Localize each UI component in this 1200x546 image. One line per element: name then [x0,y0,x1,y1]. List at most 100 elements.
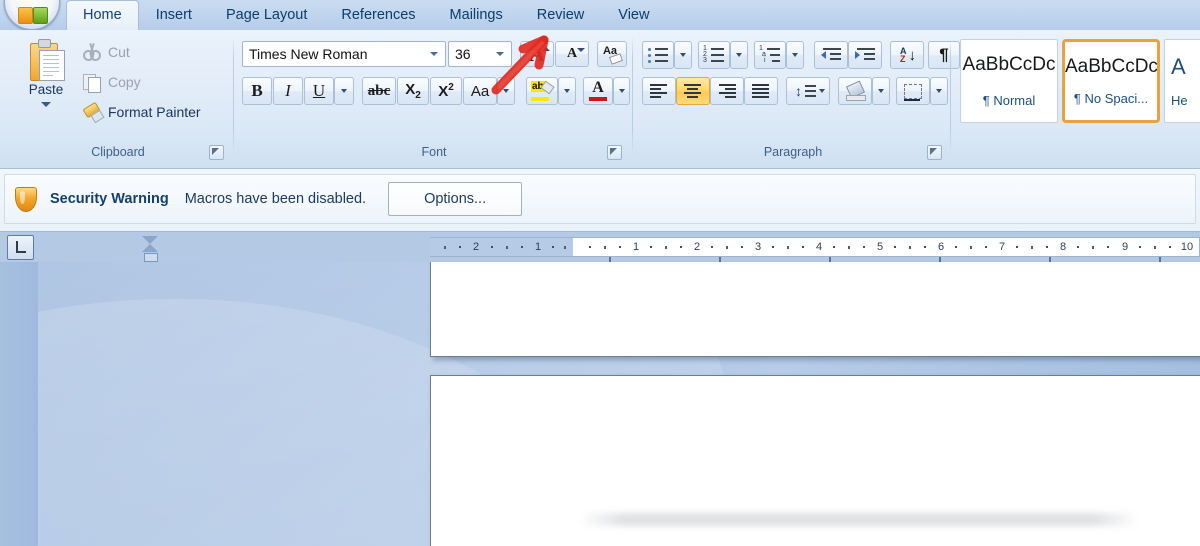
ruler-mark: 10 [1180,241,1194,253]
document-text-line [579,513,1139,526]
multilevel-list-button[interactable]: 1 a i [754,41,786,69]
shrink-font-button[interactable]: A [555,41,589,67]
increase-indent-button[interactable] [848,41,882,69]
style-normal[interactable]: AaBbCcDc ¶ Normal [960,39,1058,123]
tab-insert[interactable]: Insert [139,0,209,30]
align-right-button[interactable] [710,77,744,105]
workspace-left-strip [0,262,38,546]
paragraph-group-label: Paragraph [763,145,823,159]
tab-home[interactable]: Home [66,0,139,31]
indent-markers[interactable] [142,233,158,263]
align-left-button[interactable] [642,77,676,105]
style-heading-1[interactable]: A He [1164,39,1200,123]
strikethrough-button[interactable]: abc [362,77,396,105]
style-no-spacing[interactable]: AaBbCcDc ¶ No Spaci... [1062,39,1160,123]
word-application-window: Home Insert Page Layout References Maili… [0,0,1200,546]
italic-button[interactable]: I [273,77,303,105]
numbering-dropdown[interactable] [730,41,748,69]
cut-button[interactable]: Cut [82,39,130,65]
tab-references[interactable]: References [324,0,432,30]
chevron-down-icon[interactable] [430,52,438,56]
shading-button[interactable] [838,77,872,105]
numbering-button[interactable]: 1 2 3 [698,41,730,69]
group-divider [632,36,633,154]
clear-formatting-button[interactable]: Aa [597,41,627,67]
bold-button[interactable]: B [242,77,272,105]
chevron-down-icon [341,89,347,93]
ruler-mark: 2 [693,241,701,253]
hanging-indent-marker[interactable] [142,244,158,252]
bullet-list-icon [647,46,669,64]
chevron-down-icon [680,53,686,57]
shading-dropdown[interactable] [872,77,890,105]
security-warning-bar: Security Warning Macros have been disabl… [0,169,1200,232]
document-workspace [0,262,1200,546]
font-color-button[interactable]: A [583,77,613,105]
borders-button[interactable] [896,77,930,105]
document-page-1[interactable] [430,262,1200,357]
chevron-down-icon [503,89,509,93]
line-spacing-button[interactable]: ↕ [786,77,830,105]
font-dialog-launcher[interactable] [607,145,622,160]
font-size-combo[interactable]: 36 [448,41,512,67]
security-warning-message: Macros have been disabled. [184,191,367,207]
chevron-up-icon [542,47,550,51]
paste-dropdown-arrow[interactable] [41,102,51,107]
marker-icon [540,80,555,95]
ribbon-tab-strip: Home Insert Page Layout References Maili… [0,0,1200,31]
underline-button[interactable]: U [304,77,334,105]
ribbon: Paste Cut Copy Format Painter Clipboard [0,30,1200,169]
ruler-mark: 3 [754,241,762,253]
grow-font-button[interactable]: A [520,41,554,67]
decrease-indent-button[interactable] [814,41,848,69]
group-divider [233,36,234,154]
office-button[interactable] [4,0,60,30]
chevron-down-icon [564,89,570,93]
clipboard-dialog-launcher[interactable] [209,145,224,160]
horizontal-ruler[interactable]: 2 1 1 2 3 4 5 6 7 8 9 10 [430,237,1200,263]
format-painter-button[interactable]: Format Painter [82,99,201,125]
align-center-button[interactable] [676,77,710,105]
underline-dropdown[interactable] [334,77,354,105]
chevron-down-icon [878,89,884,93]
font-name-value: Times New Roman [249,46,368,62]
tab-review[interactable]: Review [520,0,602,30]
change-case-button[interactable]: Aa [463,77,497,105]
security-options-button[interactable]: Options... [388,182,523,216]
font-name-combo[interactable]: Times New Roman [242,41,446,67]
justify-button[interactable] [744,77,778,105]
paste-button[interactable]: Paste [18,37,74,133]
bullets-button[interactable] [642,41,674,69]
multilevel-list-dropdown[interactable] [786,41,804,69]
text-highlight-button[interactable]: ab [526,77,558,105]
ruler-mark: 9 [1121,241,1129,253]
ribbon-group-clipboard: Paste Cut Copy Format Painter Clipboard [4,33,232,164]
text-highlight-dropdown[interactable] [558,77,576,105]
subscript-button[interactable]: X2 [397,77,429,105]
group-divider [950,36,951,154]
ruler-mark: 1 [534,241,542,253]
chevron-down-icon [618,89,625,93]
copy-icon [82,72,102,93]
copy-button[interactable]: Copy [82,69,141,95]
underline-label: U [312,81,326,100]
paragraph-dialog-launcher[interactable] [927,145,942,160]
tab-page-layout[interactable]: Page Layout [209,0,324,30]
ruler-mark: 5 [876,241,884,253]
font-color-dropdown[interactable] [613,77,630,105]
decrease-indent-icon [821,46,841,64]
left-indent-marker[interactable] [144,253,158,262]
tab-stop-selector[interactable] [7,235,34,260]
change-case-dropdown[interactable] [497,77,515,105]
document-page-2[interactable] [430,375,1200,546]
sort-button[interactable]: AZ ↓ [890,41,924,69]
align-left-icon [649,83,669,99]
bullets-dropdown[interactable] [674,41,692,69]
superscript-button[interactable]: X2 [430,77,462,105]
bold-label: B [251,81,263,100]
borders-dropdown[interactable] [930,77,948,105]
tab-view[interactable]: View [601,0,666,30]
chevron-down-icon[interactable] [496,52,504,56]
tab-mailings[interactable]: Mailings [433,0,520,30]
first-line-indent-marker[interactable] [142,236,158,244]
